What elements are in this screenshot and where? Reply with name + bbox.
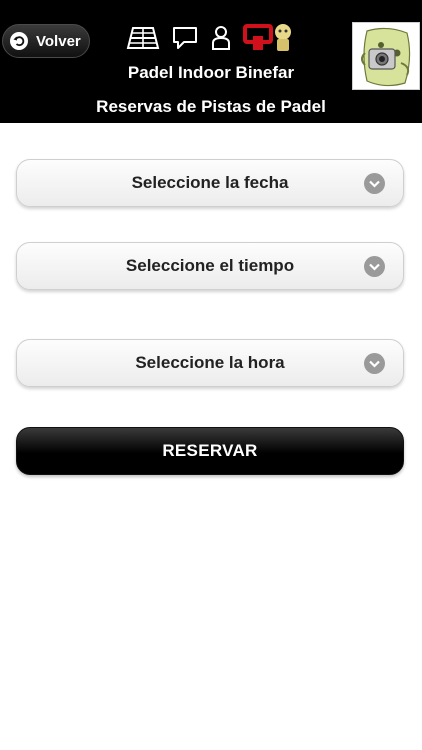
back-label: Volver	[36, 32, 81, 50]
hour-select[interactable]: Seleccione la hora	[16, 339, 404, 387]
club-logo-icon[interactable]	[243, 22, 295, 54]
chevron-down-icon	[364, 256, 385, 277]
date-select-label: Seleccione la fecha	[131, 173, 289, 192]
time-select-label: Seleccione el tiempo	[125, 256, 295, 275]
back-arrow-icon	[10, 32, 28, 50]
reserve-button[interactable]: RESERVAR	[16, 427, 404, 475]
chat-icon[interactable]	[171, 25, 199, 51]
court-icon[interactable]	[126, 25, 160, 51]
chevron-down-icon	[364, 173, 385, 194]
chevron-down-icon	[364, 353, 385, 374]
time-select[interactable]: Seleccione el tiempo	[16, 242, 404, 290]
header-icon-bar	[126, 22, 306, 54]
profile-image[interactable]	[352, 22, 420, 90]
app-header: Volver Padel Indoor Binefar Reservas de …	[0, 0, 422, 123]
user-icon[interactable]	[210, 25, 232, 51]
reserve-button-label: RESERVAR	[162, 441, 258, 460]
page-subtitle: Reservas de Pistas de Padel	[96, 97, 326, 116]
date-select[interactable]: Seleccione la fecha	[16, 159, 404, 207]
hour-select-label: Seleccione la hora	[135, 353, 285, 372]
back-button[interactable]: Volver	[2, 24, 90, 58]
